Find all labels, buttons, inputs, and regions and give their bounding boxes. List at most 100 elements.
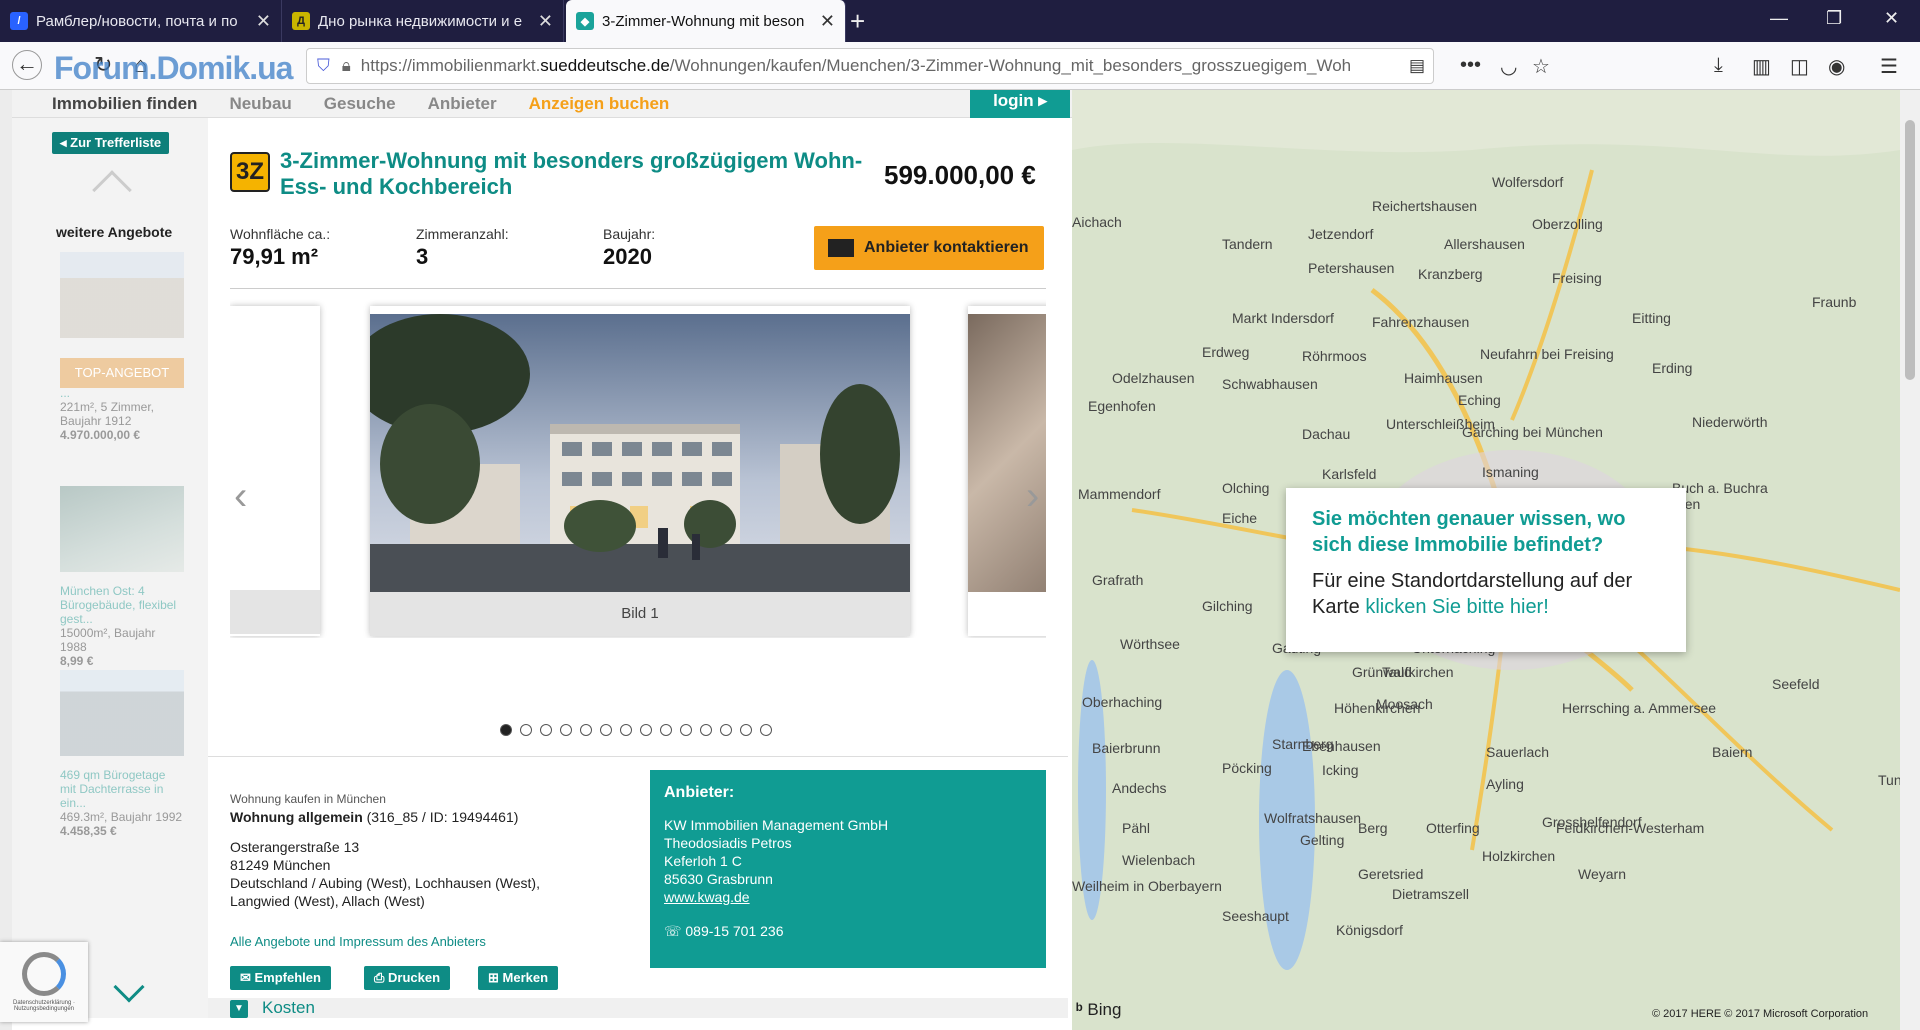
alle-angebote-link[interactable]: Alle Angebote und Impressum des Anbieter…	[230, 934, 486, 949]
gallery-dot[interactable]	[620, 724, 632, 736]
gallery-dot[interactable]	[520, 724, 532, 736]
download-icon[interactable]: ⤓	[1714, 54, 1723, 77]
offer-image[interactable]	[60, 670, 184, 756]
empfehlen-button[interactable]: ✉ Empfehlen	[230, 966, 331, 990]
browser-tab-dno[interactable]: Д Дно рынка недвижимости и е ✕	[282, 0, 564, 42]
map-town-label: Ismaning	[1482, 464, 1539, 480]
gallery-dot[interactable]	[640, 724, 652, 736]
merken-button[interactable]: ⊞ Merken	[478, 966, 559, 990]
recaptcha-icon	[22, 952, 66, 996]
expand-icon[interactable]: ▼	[230, 1000, 248, 1018]
new-tab-icon[interactable]: +	[850, 6, 865, 37]
gallery-dot[interactable]	[600, 724, 612, 736]
offer-item[interactable]: Großzügiges Wohnen direkt am Eisbach mit…	[60, 252, 184, 442]
nav-neubau[interactable]: Neubau	[229, 94, 291, 114]
offer-image[interactable]	[60, 486, 184, 572]
bookmark-star-icon[interactable]: ☆	[1532, 54, 1550, 79]
map-town-label: Weilheim in Oberbayern	[1072, 878, 1222, 894]
gallery-dot[interactable]	[700, 724, 712, 736]
nav-immobilien-finden[interactable]: Immobilien finden	[52, 94, 197, 114]
lock-icon[interactable]: 🔒︎	[342, 56, 351, 76]
map[interactable]: Wolfersdorf Reichertshausen Oberzolling Aic…	[1072, 90, 1900, 1030]
gallery-prev-slide[interactable]	[230, 306, 320, 636]
minimize-icon[interactable]: —	[1770, 8, 1788, 29]
gallery-dots[interactable]	[500, 724, 772, 736]
offer-item[interactable]: 469 qm Bürogetage mit Dachterrasse in ei…	[60, 670, 184, 838]
address-bar[interactable]: ⛉ 🔒︎ https://immobilienmarkt. sueddeutsch…	[306, 48, 1434, 84]
gallery-dot[interactable]	[500, 724, 512, 736]
gallery-dot[interactable]	[580, 724, 592, 736]
map-town-label: Wolfersdorf	[1492, 174, 1564, 190]
offer-item[interactable]: München Ost: 4 Bürogebäude, flexibel ges…	[60, 486, 184, 668]
nav-gesuche[interactable]: Gesuche	[324, 94, 396, 114]
kosten-section[interactable]: ▼ Kosten	[208, 998, 1068, 1018]
close-tab-icon[interactable]: ✕	[256, 11, 271, 32]
sidebar-icon[interactable]: ◫	[1790, 54, 1809, 79]
listing-info: Wohnung kaufen in München Wohnung allgem…	[230, 790, 560, 910]
rambler-favicon-icon: /	[10, 12, 28, 30]
browser-nav-bar: ← ↻ ⌂ Forum.Domik.ua ⛉ 🔒︎ https://immobi…	[0, 42, 1920, 90]
map-click-here-link[interactable]: klicken Sie bitte hier!	[1365, 596, 1548, 618]
left-edge	[0, 90, 12, 1030]
map-town-label: Otterfing	[1426, 820, 1480, 836]
page-scrollbar[interactable]	[1900, 90, 1920, 1030]
chevron-down-icon[interactable]	[113, 971, 145, 1003]
shield-icon[interactable]: ⛉	[317, 56, 330, 76]
window-close-icon[interactable]: ✕	[1884, 8, 1899, 29]
map-town-label: Dachau	[1302, 426, 1351, 442]
map-location-popup[interactable]: Sie möchten genauer wissen, wo sich dies…	[1286, 488, 1686, 652]
menu-icon[interactable]: ☰	[1880, 54, 1898, 79]
scrollbar-thumb[interactable]	[1905, 120, 1915, 380]
map-town-label: Markt Indersdorf	[1232, 310, 1334, 326]
nav-anbieter[interactable]: Anbieter	[428, 94, 497, 114]
drucken-button[interactable]: ⎙ Drucken	[364, 966, 451, 990]
building-photo[interactable]	[370, 314, 910, 592]
offer-image[interactable]	[60, 252, 184, 338]
back-icon[interactable]: ←	[12, 50, 42, 80]
nav-anzeigen-buchen[interactable]: Anzeigen buchen	[529, 94, 670, 114]
close-tab-icon[interactable]: ✕	[820, 11, 835, 32]
zur-trefferliste-button[interactable]: ◂ Zur Trefferliste	[52, 132, 170, 154]
chevron-up-icon[interactable]	[92, 170, 132, 210]
gallery-dot[interactable]	[560, 724, 572, 736]
listing-pane: Immobilien finden Neubau Gesuche Anbiete…	[0, 90, 1072, 1030]
listing-category: Wohnung kaufen in München	[230, 792, 386, 806]
divider	[208, 756, 1068, 757]
map-town-label: Eiche	[1222, 510, 1258, 526]
gallery-current-slide[interactable]: Bild 1	[370, 306, 910, 636]
gallery-dot[interactable]	[740, 724, 752, 736]
reader-view-icon[interactable]: ▤	[1409, 56, 1425, 76]
anbieter-kontaktieren-button[interactable]: Anbieter kontaktieren	[814, 226, 1044, 270]
listing-price: 599.000,00 €	[884, 160, 1036, 190]
gallery-next-slide[interactable]	[968, 306, 1046, 636]
provider-website-link[interactable]: www.kwag.de	[664, 888, 1032, 906]
page-content: Immobilien finden Neubau Gesuche Anbiete…	[0, 90, 1920, 1030]
map-town-label: Karlsfeld	[1322, 466, 1377, 482]
chevron-right-icon[interactable]: ›	[1026, 474, 1039, 519]
provider-phone[interactable]: ☏ 089-15 701 236	[664, 922, 1032, 940]
map-town-label: Oberhaching	[1082, 694, 1163, 710]
gallery-dot[interactable]	[760, 724, 772, 736]
browser-tab-rambler[interactable]: / Рамблер/новости, почта и по ✕	[0, 0, 282, 42]
restore-icon[interactable]: ❐	[1826, 8, 1842, 29]
browser-tab-active[interactable]: ◆ 3-Zimmer-Wohnung mit beson ✕	[566, 0, 846, 42]
account-icon[interactable]: ◉	[1828, 54, 1845, 79]
map-town-label: Taufkirchen	[1382, 664, 1454, 680]
image-gallery[interactable]: Bild 1 ‹ ›	[230, 298, 1046, 638]
gallery-dot[interactable]	[540, 724, 552, 736]
map-town-label: Seefeld	[1772, 676, 1820, 692]
pocket-icon[interactable]: ◡	[1500, 54, 1517, 79]
gallery-dot[interactable]	[660, 724, 672, 736]
map-town-label: Königsdorf	[1336, 922, 1403, 938]
library-icon[interactable]: ▥	[1752, 54, 1771, 79]
map-town-label: Olching	[1222, 480, 1270, 496]
close-tab-icon[interactable]: ✕	[538, 11, 553, 32]
login-button[interactable]: login ▸	[970, 90, 1070, 118]
gallery-dot[interactable]	[680, 724, 692, 736]
more-icon[interactable]: •••	[1460, 54, 1481, 77]
gallery-dot[interactable]	[720, 724, 732, 736]
recaptcha-widget[interactable]: Datenschutzerklärung · Nutzungsbedingung…	[0, 942, 88, 1022]
map-town-label: Erdweg	[1202, 344, 1250, 360]
browser-tab-bar: / Рамблер/новости, почта и по ✕ Д Дно ры…	[0, 0, 1920, 42]
chevron-left-icon[interactable]: ‹	[234, 474, 247, 519]
